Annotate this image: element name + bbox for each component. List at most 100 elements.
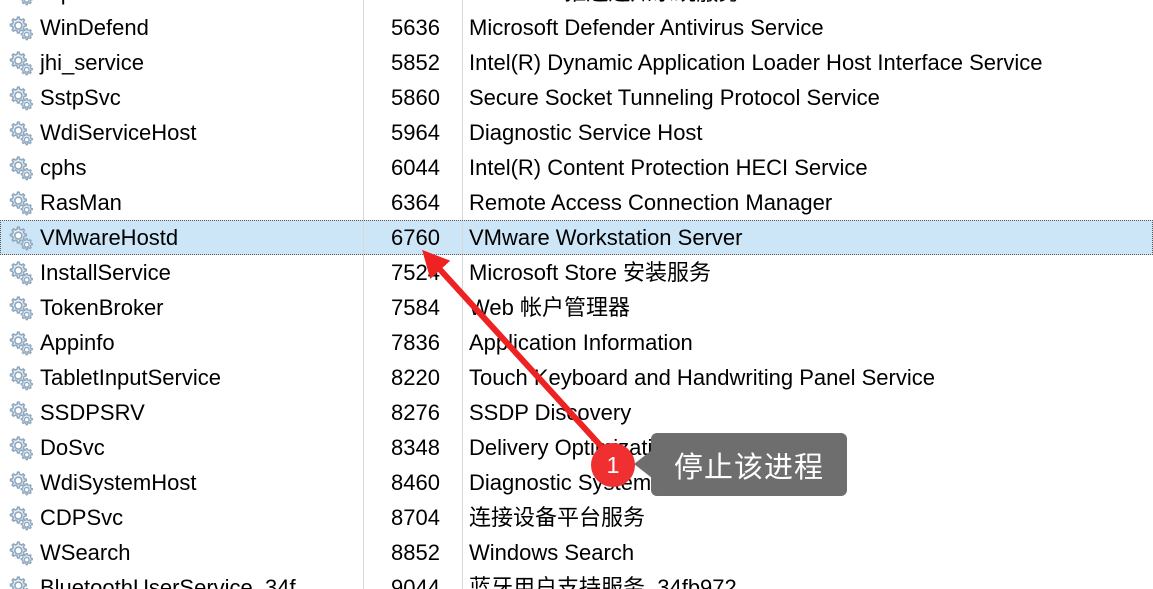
pid-label: 6044: [391, 154, 440, 180]
cell-description[interactable]: Microsoft Defender Antivirus Service: [462, 10, 1153, 45]
description-label: Windows 推送通知系统服务: [469, 0, 740, 4]
cell-service-name[interactable]: SstpSvc: [0, 80, 363, 115]
cell-description[interactable]: Diagnostic System Host: [462, 465, 1153, 500]
table-row[interactable]: WSearch 8852 Windows Search: [0, 535, 1153, 570]
table-row[interactable]: WdiSystemHost 8460 Diagnostic System Host: [0, 465, 1153, 500]
pid-label: 8276: [391, 399, 440, 425]
service-name-label: WSearch: [40, 539, 131, 565]
service-name-label: WinDefend: [40, 14, 149, 40]
cell-description[interactable]: 蓝牙用户支持服务_34fb972: [462, 570, 1153, 589]
table-row[interactable]: CDPSvc 8704 连接设备平台服务: [0, 500, 1153, 535]
description-label: Diagnostic Service Host: [469, 119, 703, 145]
cell-description[interactable]: Diagnostic Service Host: [462, 115, 1153, 150]
cell-description[interactable]: Web 帐户管理器: [462, 290, 1153, 325]
table-row[interactable]: VMwareHostd 6760 VMware Workstation Server: [0, 220, 1153, 255]
cell-service-name[interactable]: InstallService: [0, 255, 363, 290]
table-row[interactable]: DoSvc 8348 Delivery Optimization: [0, 430, 1153, 465]
cell-pid[interactable]: 8276: [363, 395, 462, 430]
table-row[interactable]: WdiServiceHost 5964 Diagnostic Service Hos…: [0, 115, 1153, 150]
table-row[interactable]: BluetoothUserService_34f 9044 蓝牙用户支持服务_34f…: [0, 570, 1153, 589]
cell-service-name[interactable]: TabletInputService: [0, 360, 363, 395]
pid-label: 5636: [391, 14, 440, 40]
service-name-label: TokenBroker: [40, 294, 164, 320]
cell-pid[interactable]: 5964: [363, 115, 462, 150]
cell-pid[interactable]: 7836: [363, 325, 462, 360]
cell-pid[interactable]: 5852: [363, 45, 462, 80]
cell-description[interactable]: SSDP Discovery: [462, 395, 1153, 430]
cell-pid[interactable]: 8852: [363, 535, 462, 570]
cell-pid[interactable]: 7524: [363, 255, 462, 290]
cell-pid[interactable]: 8220: [363, 360, 462, 395]
cell-pid[interactable]: 9044: [363, 570, 462, 589]
cell-pid[interactable]: 5428: [363, 0, 462, 10]
table-row[interactable]: WinDefend 5636 Microsoft Defender Antiviru…: [0, 10, 1153, 45]
cell-pid[interactable]: 8704: [363, 500, 462, 535]
cell-description[interactable]: Intel(R) Content Protection HECI Service: [462, 150, 1153, 185]
cell-service-name[interactable]: SSDPSRV: [0, 395, 363, 430]
cell-description[interactable]: Windows 推送通知系统服务: [462, 0, 1153, 10]
cell-description[interactable]: Delivery Optimization: [462, 430, 1153, 465]
cell-description[interactable]: Microsoft Store 安装服务: [462, 255, 1153, 290]
table-row[interactable]: TokenBroker 7584 Web 帐户管理器: [0, 290, 1153, 325]
cell-service-name[interactable]: CDPSvc: [0, 500, 363, 535]
pid-label: 5860: [391, 84, 440, 110]
cell-service-name[interactable]: DoSvc: [0, 430, 363, 465]
table-row[interactable]: WpnService 5428 Windows 推送通知系统服务: [0, 0, 1153, 10]
pid-label: 8220: [391, 364, 440, 390]
service-gear-icon: [9, 50, 33, 75]
description-label: Microsoft Defender Antivirus Service: [469, 14, 824, 40]
table-row[interactable]: Appinfo 7836 Application Information: [0, 325, 1153, 360]
pid-label: 5964: [391, 119, 440, 145]
table-row[interactable]: InstallService 7524 Microsoft Store 安装服务: [0, 255, 1153, 290]
table-row[interactable]: TabletInputService 8220 Touch Keyboard and…: [0, 360, 1153, 395]
cell-pid[interactable]: 6364: [363, 185, 462, 220]
cell-description[interactable]: Remote Access Connection Manager: [462, 185, 1153, 220]
cell-description[interactable]: 连接设备平台服务: [462, 500, 1153, 535]
cell-service-name[interactable]: WSearch: [0, 535, 363, 570]
cell-pid[interactable]: 6044: [363, 150, 462, 185]
table-row[interactable]: RasMan 6364 Remote Access Connection Manag…: [0, 185, 1153, 220]
cell-service-name[interactable]: WpnService: [0, 0, 363, 10]
table-row[interactable]: SstpSvc 5860 Secure Socket Tunneling Proto…: [0, 80, 1153, 115]
cell-service-name[interactable]: Appinfo: [0, 325, 363, 360]
cell-pid[interactable]: 8348: [363, 430, 462, 465]
service-gear-icon: [9, 400, 33, 425]
table-row[interactable]: jhi_service 5852 Intel(R) Dynamic Applicat…: [0, 45, 1153, 80]
cell-description[interactable]: Windows Search: [462, 535, 1153, 570]
cell-service-name[interactable]: cphs: [0, 150, 363, 185]
cell-pid[interactable]: 8460: [363, 465, 462, 500]
services-table[interactable]: WpnService 5428 Windows 推送通知系统服务 WinDefend 5…: [0, 0, 1153, 589]
table-row[interactable]: cphs 6044 Intel(R) Content Protection HECI…: [0, 150, 1153, 185]
service-gear-icon: [9, 365, 33, 390]
cell-pid[interactable]: 7584: [363, 290, 462, 325]
description-label: VMware Workstation Server: [469, 224, 743, 250]
cell-description[interactable]: Secure Socket Tunneling Protocol Service: [462, 80, 1153, 115]
description-label: Remote Access Connection Manager: [469, 189, 833, 215]
cell-service-name[interactable]: WinDefend: [0, 10, 363, 45]
service-name-label: jhi_service: [40, 49, 144, 75]
cell-pid[interactable]: 5860: [363, 80, 462, 115]
cell-description[interactable]: Application Information: [462, 325, 1153, 360]
cell-service-name[interactable]: RasMan: [0, 185, 363, 220]
service-gear-icon: [9, 435, 33, 460]
cell-service-name[interactable]: WdiServiceHost: [0, 115, 363, 150]
cell-description[interactable]: Touch Keyboard and Handwriting Panel Ser…: [462, 360, 1153, 395]
service-name-label: BluetoothUserService_34f: [40, 574, 296, 589]
cell-service-name[interactable]: VMwareHostd: [0, 220, 363, 255]
service-name-label: TabletInputService: [40, 364, 221, 390]
service-gear-icon: [9, 15, 33, 40]
cell-service-name[interactable]: WdiSystemHost: [0, 465, 363, 500]
cell-description[interactable]: Intel(R) Dynamic Application Loader Host…: [462, 45, 1153, 80]
service-gear-icon: [9, 330, 33, 355]
service-name-label: InstallService: [40, 259, 171, 285]
pid-label: 8348: [391, 434, 440, 460]
table-row[interactable]: SSDPSRV 8276 SSDP Discovery: [0, 395, 1153, 430]
cell-service-name[interactable]: jhi_service: [0, 45, 363, 80]
cell-pid[interactable]: 6760: [363, 220, 462, 255]
cell-service-name[interactable]: BluetoothUserService_34f: [0, 570, 363, 589]
cell-description[interactable]: VMware Workstation Server: [462, 220, 1153, 255]
service-name-label: SstpSvc: [40, 84, 121, 110]
cell-service-name[interactable]: TokenBroker: [0, 290, 363, 325]
description-label: 连接设备平台服务: [469, 504, 646, 530]
cell-pid[interactable]: 5636: [363, 10, 462, 45]
